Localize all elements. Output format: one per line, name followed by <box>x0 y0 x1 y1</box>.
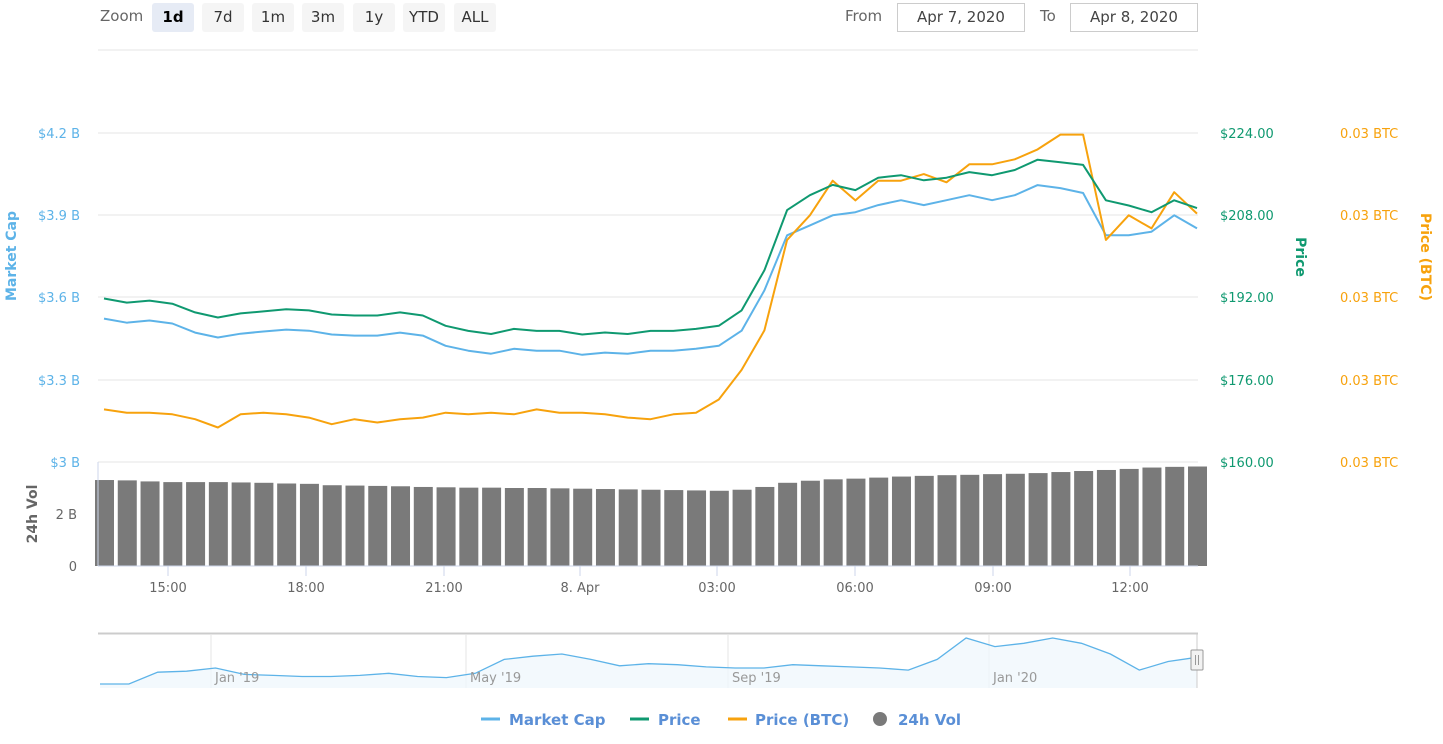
price-tick: $208.00 <box>1220 209 1274 224</box>
x-tick-label: 15:00 <box>149 581 186 596</box>
volume-bar <box>527 488 547 566</box>
btc-tick: 0.03 BTC <box>1340 127 1398 142</box>
volume-bar <box>937 475 957 566</box>
legend-label: Price (BTC) <box>755 711 849 729</box>
volume-bar <box>345 485 365 566</box>
volume-bar <box>140 481 160 566</box>
volume-bar <box>573 488 593 566</box>
navigator-tick: Sep '19 <box>732 671 781 686</box>
volume-bar <box>891 476 911 566</box>
legend-item-price-btc[interactable]: Price (BTC) <box>728 711 849 729</box>
volume-bar <box>1051 472 1071 566</box>
volume-bar <box>960 474 980 566</box>
volume-bar <box>709 490 729 566</box>
volume-bar <box>322 485 342 566</box>
navigator-handle[interactable] <box>1190 649 1204 671</box>
volume-bar <box>368 485 388 566</box>
volume-tick: 2 B <box>56 508 77 523</box>
x-tick-label: 09:00 <box>974 581 1011 596</box>
legend-label: Price <box>658 711 701 729</box>
volume-bar <box>1142 467 1162 566</box>
volume-bar <box>618 489 638 566</box>
x-tick-label: 06:00 <box>836 581 873 596</box>
volume-bars <box>95 466 1207 566</box>
x-tick-label: 03:00 <box>698 581 735 596</box>
volume-bar <box>117 480 137 566</box>
volume-bar <box>1074 471 1094 566</box>
volume-bar <box>231 482 251 566</box>
volume-bar <box>1119 468 1139 566</box>
legend-item-market-cap[interactable]: Market Cap <box>481 711 606 729</box>
legend-label: 24h Vol <box>898 711 961 729</box>
volume-bar <box>299 483 319 566</box>
volume-bar <box>869 477 889 566</box>
volume-bar <box>482 487 502 566</box>
navigator-tick: May '19 <box>470 671 521 686</box>
mcap-tick: $3.6 B <box>38 291 80 306</box>
market-cap-line <box>103 184 1198 356</box>
volume-bar <box>277 483 297 566</box>
volume-bar <box>459 487 479 566</box>
volume-bar <box>823 479 843 566</box>
x-tick-label: 8. Apr <box>560 581 600 596</box>
volume-bar <box>687 490 707 566</box>
volume-bar <box>1165 466 1185 566</box>
volume-bar <box>436 487 456 566</box>
volume-bar <box>391 486 411 566</box>
btc-tick: 0.03 BTC <box>1340 209 1398 224</box>
volume-bar <box>778 482 798 566</box>
price-tick: $224.00 <box>1220 127 1274 142</box>
price-tick: $160.00 <box>1220 456 1274 471</box>
volume-bar <box>664 490 684 566</box>
price-tick: $176.00 <box>1220 374 1274 389</box>
legend-item-volume[interactable]: 24h Vol <box>873 711 961 729</box>
volume-bar <box>550 488 570 566</box>
mcap-tick: $4.2 B <box>38 127 80 142</box>
btc-tick: 0.03 BTC <box>1340 456 1398 471</box>
volume-bar <box>755 486 775 566</box>
volume-swatch-icon <box>873 712 887 726</box>
price-line <box>103 158 1198 336</box>
volume-bar <box>914 475 934 566</box>
volume-bar <box>1005 473 1025 566</box>
volume-bar <box>163 482 183 566</box>
legend-item-price[interactable]: Price <box>630 711 701 729</box>
volume-bar <box>186 482 206 566</box>
volume-axis-title: 24h Vol <box>25 485 41 544</box>
x-tick-label: 18:00 <box>287 581 324 596</box>
price-axis-title: Price <box>1292 237 1308 277</box>
navigator-tick: Jan '20 <box>992 671 1037 686</box>
price-btc-line <box>103 133 1198 429</box>
btc-tick: 0.03 BTC <box>1340 374 1398 389</box>
volume-bar <box>208 482 228 566</box>
legend: Market Cap Price Price (BTC) 24h Vol <box>481 711 961 729</box>
volume-bar <box>254 482 274 566</box>
volume-bar <box>732 489 752 566</box>
mcap-tick: $3.9 B <box>38 209 80 224</box>
volume-bar <box>846 478 866 566</box>
market-cap-axis-title: Market Cap <box>4 211 20 301</box>
volume-bar <box>504 488 524 566</box>
price-tick: $192.00 <box>1220 291 1274 306</box>
volume-tick: $3 B <box>50 456 80 471</box>
navigator-tick: Jan '19 <box>214 671 259 686</box>
navigator[interactable]: Jan '19 May '19 Sep '19 Jan '20 <box>98 632 1204 689</box>
volume-bar <box>641 489 661 566</box>
legend-label: Market Cap <box>509 711 606 729</box>
volume-bar <box>595 489 615 566</box>
btc-axis-title: Price (BTC) <box>1417 213 1433 301</box>
volume-bar <box>983 474 1003 566</box>
series-lines <box>103 133 1198 429</box>
price-chart: $4.2 B $3.9 B $3.6 B $3.3 B $3 B 2 B 0 M… <box>4 49 1433 729</box>
volume-bar <box>1028 473 1048 566</box>
volume-bar <box>800 480 820 566</box>
volume-tick: 0 <box>69 560 77 575</box>
volume-bar <box>413 486 433 566</box>
x-tick-label: 12:00 <box>1111 581 1148 596</box>
btc-tick: 0.03 BTC <box>1340 291 1398 306</box>
mcap-tick: $3.3 B <box>38 374 80 389</box>
x-tick-label: 21:00 <box>425 581 462 596</box>
volume-bar <box>1096 469 1116 566</box>
volume-bar <box>1188 466 1207 566</box>
